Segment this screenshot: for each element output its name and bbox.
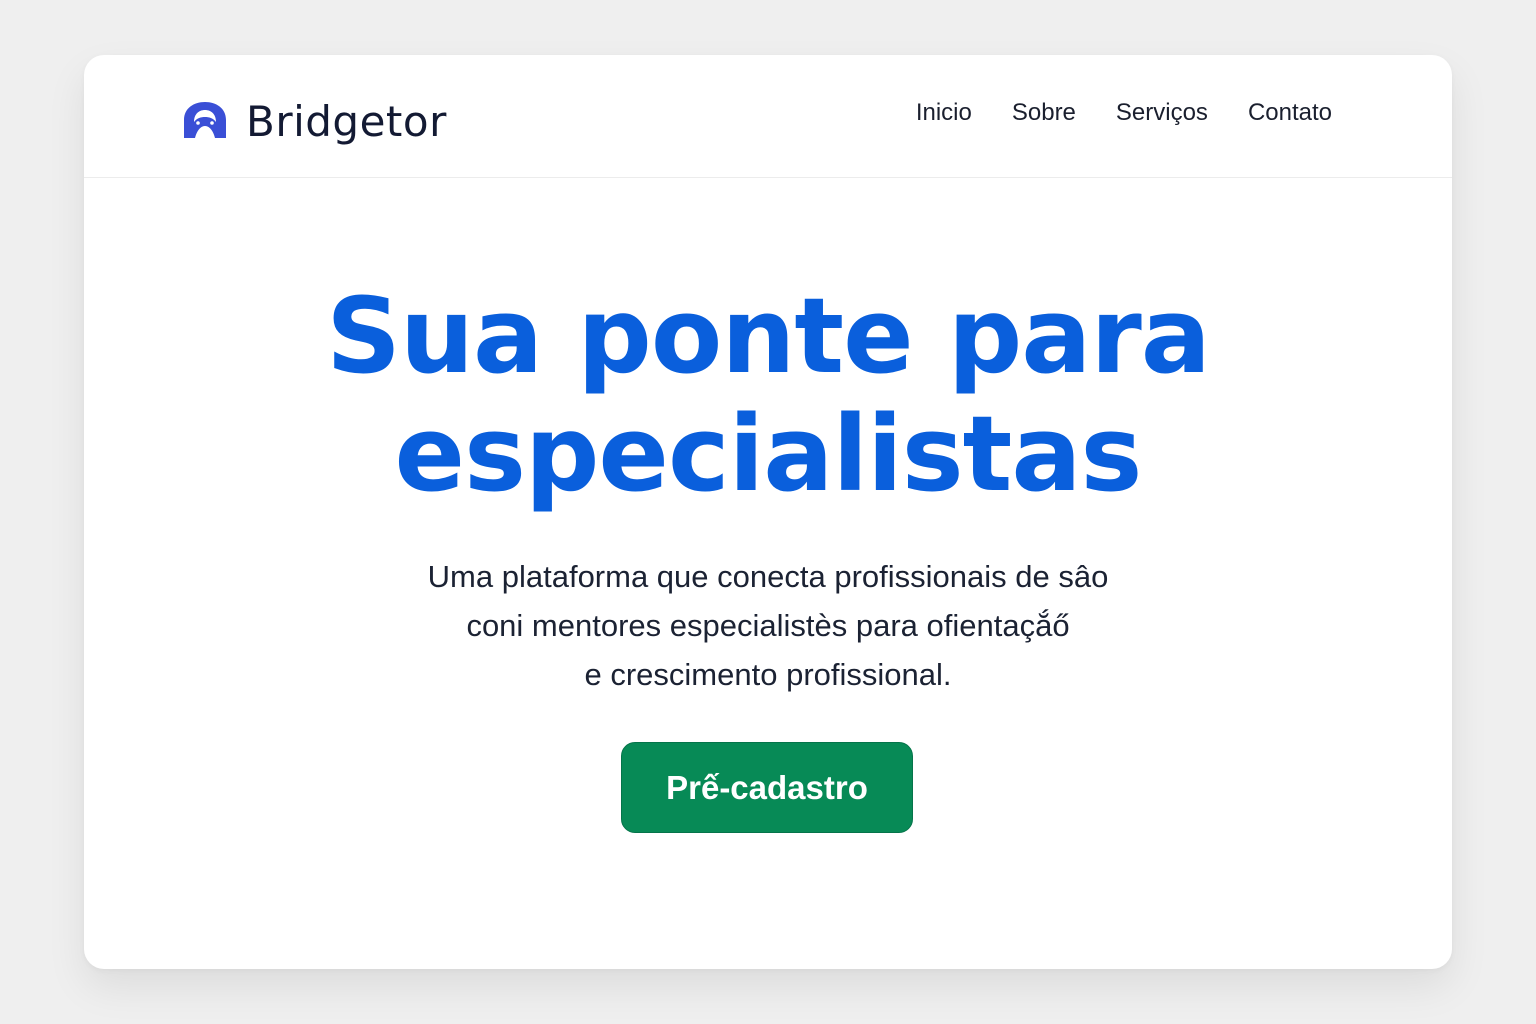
brand-logo[interactable]: Bridgetor — [182, 93, 447, 149]
site-header: Bridgetor Inicio Sobre Serviços Contato — [84, 55, 1452, 178]
hero-title: Sua ponte para especialistas — [84, 277, 1452, 513]
brand-name: Bridgetor — [246, 96, 447, 146]
nav-item-contato[interactable]: Contato — [1248, 99, 1332, 127]
nav-item-inicio[interactable]: Inicio — [916, 99, 972, 127]
hero-subtitle-line-1: Uma plataforma que conecta profissionais… — [427, 559, 1109, 594]
hero-subtitle-line-2: coni mentores especialistès para ofienta… — [466, 608, 1070, 643]
hero-title-line-2: especialistas — [394, 393, 1143, 515]
page-card: Bridgetor Inicio Sobre Serviços Contato … — [84, 55, 1452, 969]
nav-item-sobre[interactable]: Sobre — [1012, 99, 1076, 127]
main-nav: Inicio Sobre Serviços Contato — [916, 99, 1332, 127]
hero-title-line-1: Sua ponte para — [326, 275, 1211, 397]
nav-item-servicos[interactable]: Serviços — [1116, 99, 1208, 127]
pre-register-button[interactable]: Prế-cadastro — [621, 742, 913, 833]
hero-subtitle-line-3: e crescimento profissional. — [584, 657, 952, 692]
hero-subtitle: Uma plataforma que conecta profissionais… — [84, 552, 1452, 699]
bridge-mask-icon — [184, 102, 226, 138]
